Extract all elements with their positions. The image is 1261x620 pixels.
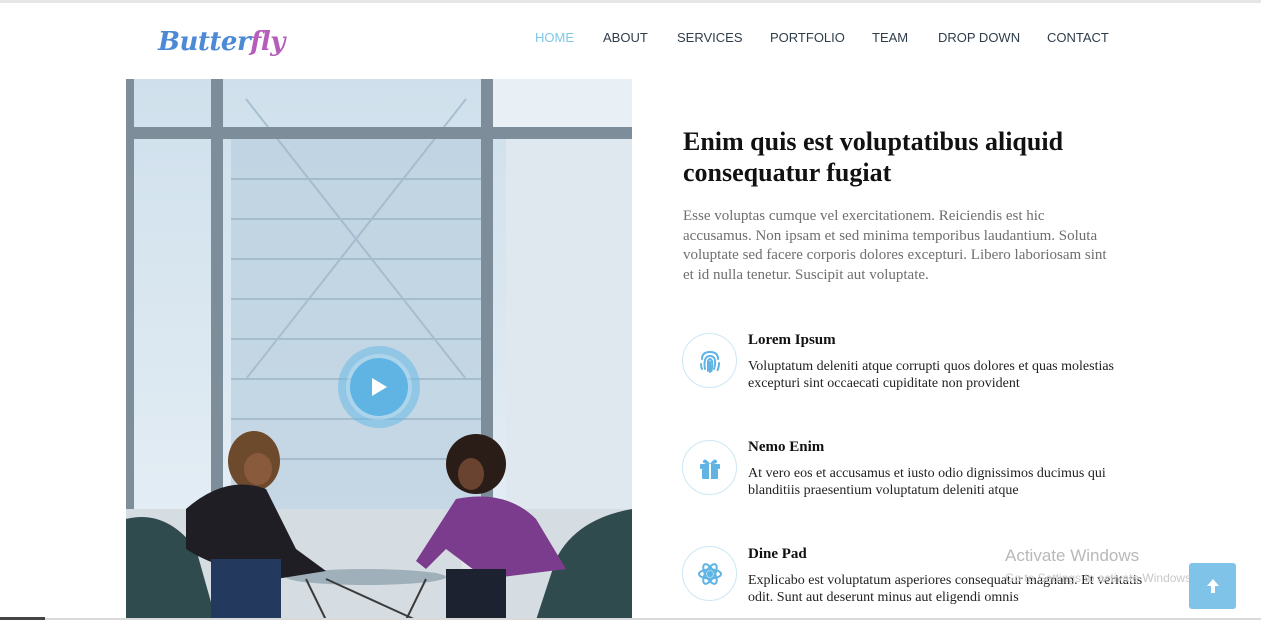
activate-windows-title: Activate Windows xyxy=(1005,546,1140,565)
play-video-button[interactable] xyxy=(338,346,420,428)
office-meeting-image xyxy=(126,79,632,620)
atom-icon xyxy=(697,562,722,585)
feature-text-1: Voluptatum deleniti atque corrupti quos … xyxy=(748,359,1115,391)
activate-windows-subtitle: Go to Settings to activate Windows. xyxy=(1005,571,1195,585)
nav-drop-down[interactable]: DROP DOWN xyxy=(938,30,1020,45)
nav-about[interactable]: ABOUT xyxy=(603,30,648,45)
feature-icon-circle-1 xyxy=(682,333,737,388)
nav-portfolio[interactable]: PORTFOLIO xyxy=(770,30,845,45)
feature-title-1: Lorem Ipsum xyxy=(748,332,836,348)
back-to-top-button[interactable] xyxy=(1189,563,1236,609)
brand-logo[interactable]: Butterfly xyxy=(158,27,285,57)
feature-title-2: Nemo Enim xyxy=(748,439,825,455)
nav-home[interactable]: HOME xyxy=(535,30,574,45)
nav-contact[interactable]: CONTACT xyxy=(1047,30,1109,45)
fingerprint-icon xyxy=(699,350,720,373)
feature-title-3: Dine Pad xyxy=(748,546,807,562)
play-button-core xyxy=(350,358,408,416)
feature-icon-circle-2 xyxy=(682,440,737,495)
nav-services[interactable]: SERVICES xyxy=(677,30,743,45)
section-description: Esse voluptas cumque vel exercitationem.… xyxy=(683,208,1107,283)
logo-text-part2: fly xyxy=(250,27,285,57)
feature-icon-circle-3 xyxy=(682,546,737,601)
play-icon xyxy=(372,378,387,396)
arrow-up-icon xyxy=(1206,579,1219,593)
nav-team[interactable]: TEAM xyxy=(872,30,908,45)
feature-text-2: At vero eos et accusamus et iusto odio d… xyxy=(748,466,1106,498)
section-title: Enim quis est voluptatibus aliquid conse… xyxy=(683,127,1064,187)
site-header: Butterfly HOME ABOUT SERVICES PORTFOLIO … xyxy=(0,3,1261,69)
gift-icon xyxy=(699,459,720,479)
logo-text-part1: Butter xyxy=(158,27,251,57)
